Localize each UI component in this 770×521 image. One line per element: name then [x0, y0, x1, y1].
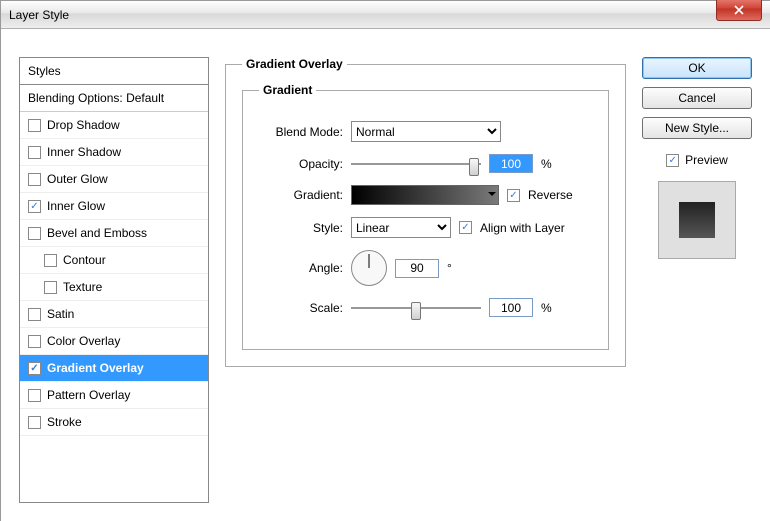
ok-button[interactable]: OK [642, 57, 752, 79]
style-item-label: Outer Glow [47, 172, 108, 186]
blending-options[interactable]: Blending Options: Default [20, 85, 208, 112]
style-checkbox[interactable] [28, 308, 41, 321]
cancel-button[interactable]: Cancel [642, 87, 752, 109]
opacity-unit: % [541, 157, 552, 171]
style-checkbox[interactable]: ✓ [28, 200, 41, 213]
style-item-stroke[interactable]: Stroke [20, 409, 208, 436]
style-item-label: Inner Glow [47, 199, 105, 213]
reverse-label: Reverse [528, 188, 573, 202]
style-item-label: Contour [63, 253, 106, 267]
style-item-bevel-and-emboss[interactable]: Bevel and Emboss [20, 220, 208, 247]
angle-input[interactable] [395, 259, 439, 278]
opacity-label: Opacity: [259, 157, 343, 171]
blend-mode-select[interactable]: Normal [351, 121, 501, 142]
reverse-checkbox[interactable]: ✓ [507, 189, 520, 202]
style-item-label: Satin [47, 307, 74, 321]
gradient-group: Gradient Blend Mode: Normal Opacity: [242, 83, 609, 350]
layer-style-dialog: Layer Style Styles Blending Options: Def… [0, 0, 770, 521]
style-item-label: Bevel and Emboss [47, 226, 147, 240]
style-item-inner-shadow[interactable]: Inner Shadow [20, 139, 208, 166]
style-checkbox[interactable] [28, 416, 41, 429]
blend-mode-label: Blend Mode: [259, 125, 343, 139]
angle-unit: ° [447, 261, 452, 275]
new-style-button[interactable]: New Style... [642, 117, 752, 139]
style-checkbox[interactable] [44, 281, 57, 294]
style-item-contour[interactable]: Contour [20, 247, 208, 274]
window-title: Layer Style [9, 8, 69, 22]
styles-header[interactable]: Styles [20, 58, 208, 85]
gradient-overlay-group: Gradient Overlay Gradient Blend Mode: No… [225, 57, 626, 367]
style-item-gradient-overlay[interactable]: ✓ Gradient Overlay [20, 355, 208, 382]
opacity-slider[interactable] [351, 155, 481, 173]
close-icon [733, 5, 745, 15]
preview-label: Preview [685, 153, 728, 167]
style-checkbox[interactable] [28, 227, 41, 240]
scale-slider[interactable] [351, 299, 481, 317]
title-bar: Layer Style [1, 1, 770, 29]
style-item-texture[interactable]: Texture [20, 274, 208, 301]
style-item-label: Gradient Overlay [47, 361, 144, 375]
style-item-pattern-overlay[interactable]: Pattern Overlay [20, 382, 208, 409]
style-checkbox[interactable] [28, 173, 41, 186]
settings-panel: Gradient Overlay Gradient Blend Mode: No… [225, 57, 626, 503]
style-item-label: Drop Shadow [47, 118, 120, 132]
scale-unit: % [541, 301, 552, 315]
opacity-input[interactable] [489, 154, 533, 173]
style-checkbox[interactable]: ✓ [28, 362, 41, 375]
close-button[interactable] [716, 0, 762, 21]
preview-swatch [658, 181, 736, 259]
dialog-buttons: OK Cancel New Style... ✓ Preview [642, 57, 752, 503]
inner-title: Gradient [259, 83, 316, 97]
style-checkbox[interactable] [28, 335, 41, 348]
style-item-outer-glow[interactable]: Outer Glow [20, 166, 208, 193]
style-item-satin[interactable]: Satin [20, 301, 208, 328]
style-item-label: Texture [63, 280, 102, 294]
style-checkbox[interactable] [28, 389, 41, 402]
gradient-label: Gradient: [259, 188, 343, 202]
style-item-drop-shadow[interactable]: Drop Shadow [20, 112, 208, 139]
style-item-color-overlay[interactable]: Color Overlay [20, 328, 208, 355]
align-label: Align with Layer [480, 221, 565, 235]
preview-checkbox[interactable]: ✓ [666, 154, 679, 167]
preview-thumbnail [679, 202, 715, 238]
style-item-label: Color Overlay [47, 334, 120, 348]
style-item-label: Stroke [47, 415, 82, 429]
style-item-label: Inner Shadow [47, 145, 121, 159]
style-label: Style: [259, 221, 343, 235]
style-checkbox[interactable] [28, 146, 41, 159]
style-checkbox[interactable] [44, 254, 57, 267]
style-checkbox[interactable] [28, 119, 41, 132]
angle-dial[interactable] [351, 250, 387, 286]
scale-input[interactable] [489, 298, 533, 317]
styles-list: Styles Blending Options: Default Drop Sh… [19, 57, 209, 503]
gradient-picker[interactable] [351, 185, 499, 205]
scale-label: Scale: [259, 301, 343, 315]
group-title: Gradient Overlay [242, 57, 347, 71]
align-checkbox[interactable]: ✓ [459, 221, 472, 234]
style-item-inner-glow[interactable]: ✓ Inner Glow [20, 193, 208, 220]
angle-label: Angle: [259, 261, 343, 275]
style-select[interactable]: Linear [351, 217, 451, 238]
style-item-label: Pattern Overlay [47, 388, 130, 402]
